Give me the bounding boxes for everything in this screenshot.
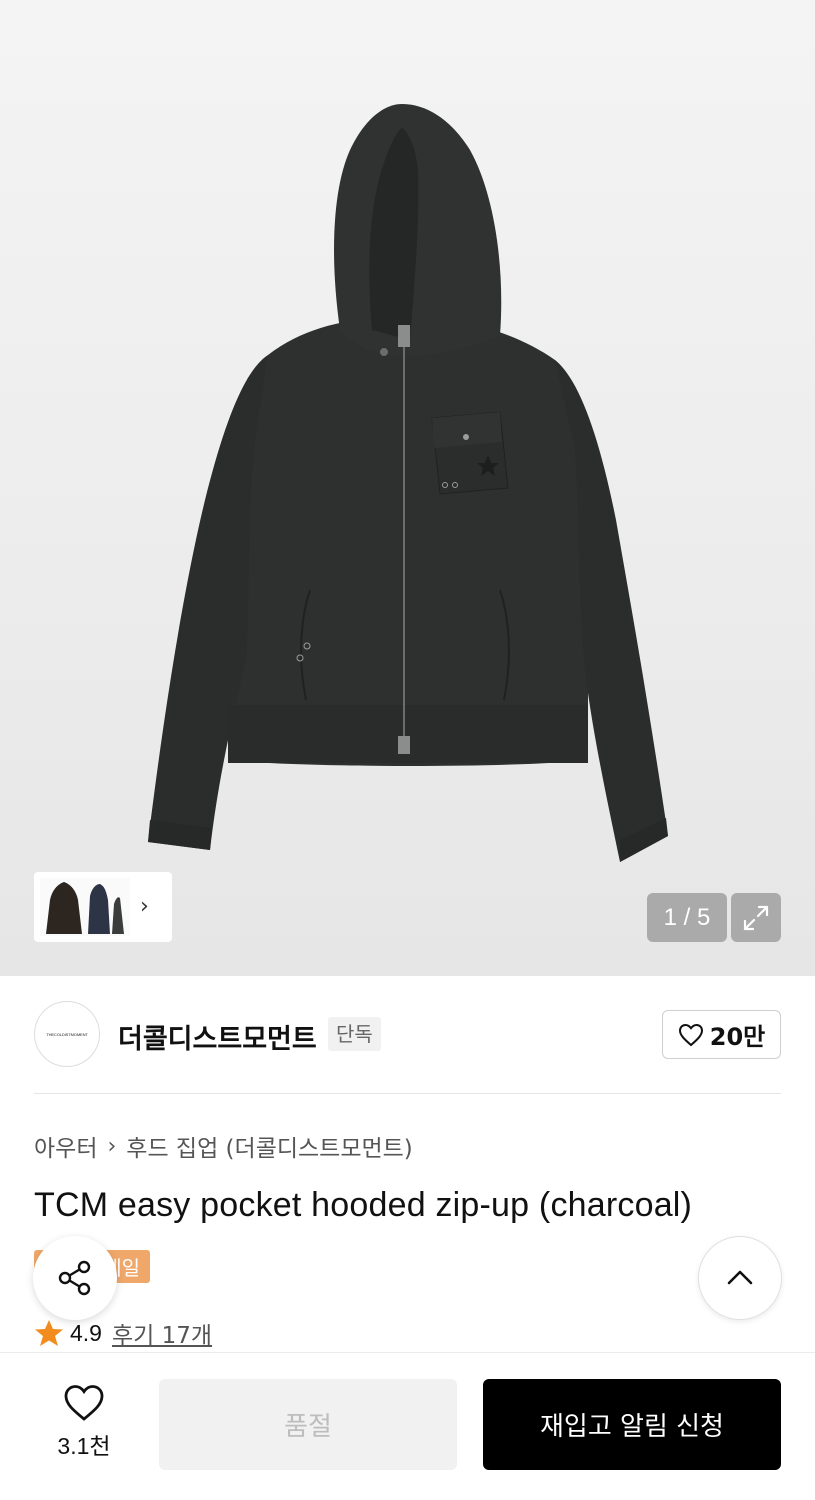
bottom-action-bar: 3.1천 품절 재입고 알림 신청 bbox=[0, 1352, 815, 1500]
exclusive-tag: 단독 bbox=[328, 1017, 381, 1051]
breadcrumb: 아우터 › 후드 집업 (더콜디스트모먼트) bbox=[34, 1129, 413, 1163]
expand-icon bbox=[743, 905, 769, 930]
brand-name[interactable]: 더콜디스트모먼트 bbox=[118, 1017, 317, 1056]
soldout-button: 품절 bbox=[159, 1379, 457, 1470]
breadcrumb-subcategory[interactable]: 후드 집업 (더콜디스트모먼트) bbox=[126, 1129, 413, 1163]
restock-alert-button[interactable]: 재입고 알림 신청 bbox=[483, 1379, 781, 1470]
chevron-right-icon[interactable]: › bbox=[140, 896, 149, 918]
brand-logo-text: THECOLDISTMOMENT bbox=[46, 1031, 88, 1037]
product-image bbox=[148, 104, 668, 862]
chevron-right-icon: › bbox=[107, 1133, 117, 1159]
divider bbox=[34, 1093, 781, 1094]
wishlist-count: 3.1천 bbox=[57, 1433, 111, 1459]
brand-like-button[interactable]: 20만 bbox=[662, 1010, 781, 1059]
review-link[interactable]: 후기 17개 bbox=[112, 1316, 212, 1350]
star-icon bbox=[35, 1320, 63, 1346]
image-counter: 1 / 5 bbox=[647, 893, 727, 942]
thumbnail-images[interactable] bbox=[40, 878, 130, 936]
product-image-gallery[interactable]: › 1 / 5 bbox=[0, 0, 815, 976]
expand-button[interactable] bbox=[731, 893, 781, 942]
rating-score: 4.9 bbox=[70, 1319, 102, 1346]
wishlist-button[interactable]: 3.1천 bbox=[44, 1383, 124, 1463]
heart-icon bbox=[678, 1023, 703, 1046]
brand-logo[interactable]: THECOLDISTMOMENT bbox=[34, 1001, 100, 1067]
thumbnail-strip[interactable]: › bbox=[34, 872, 172, 942]
brand-like-count: 20만 bbox=[709, 1023, 766, 1051]
share-button[interactable] bbox=[33, 1236, 117, 1320]
share-icon bbox=[58, 1260, 91, 1296]
chevron-up-icon bbox=[727, 1270, 753, 1285]
brand-row: THECOLDISTMOMENT 더콜디스트모먼트 단독 20만 bbox=[34, 1001, 781, 1069]
breadcrumb-category[interactable]: 아우터 bbox=[34, 1129, 97, 1163]
scroll-top-button[interactable] bbox=[698, 1236, 782, 1320]
heart-icon bbox=[64, 1385, 104, 1421]
hoodie-thumbnails bbox=[40, 878, 130, 936]
product-title: TCM easy pocket hooded zip-up (charcoal) bbox=[34, 1186, 693, 1224]
rating-row: 4.9 후기 17개 bbox=[34, 1316, 212, 1350]
